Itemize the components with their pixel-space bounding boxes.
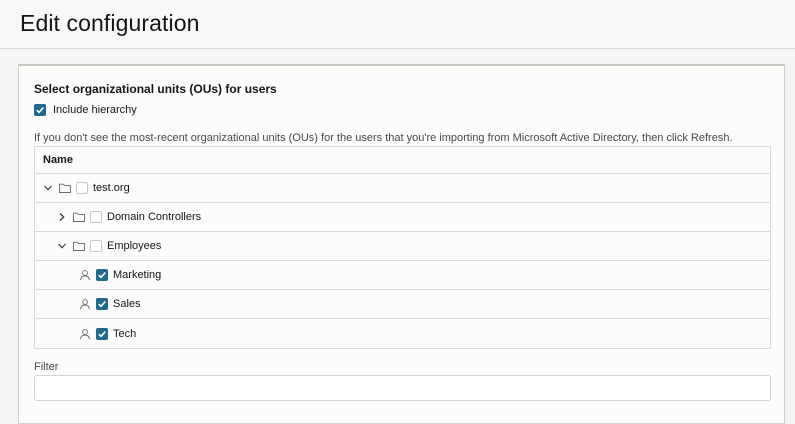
- refresh-info-text: If you don't see the most-recent organiz…: [34, 132, 733, 144]
- folder-icon: [59, 183, 71, 193]
- tree-row-employees[interactable]: Employees: [35, 232, 770, 261]
- check-icon: [98, 272, 106, 279]
- page-header: Edit configuration: [0, 0, 795, 49]
- row-checkbox[interactable]: [76, 182, 88, 194]
- row-checkbox[interactable]: [90, 240, 102, 252]
- tree-row-test-org[interactable]: test.org: [35, 174, 770, 203]
- folder-icon: [73, 241, 85, 251]
- filter-input[interactable]: [34, 375, 771, 401]
- tree-row-label: Employees: [107, 240, 162, 252]
- chevron-down-icon[interactable]: [43, 183, 53, 193]
- ou-tree-table: Name test.org Domain Controllers Employe…: [34, 146, 771, 349]
- check-icon: [98, 330, 106, 337]
- include-hierarchy-row[interactable]: Include hierarchy: [34, 103, 137, 117]
- tree-row-marketing[interactable]: Marketing: [35, 261, 770, 290]
- tree-row-domain-controllers[interactable]: Domain Controllers: [35, 203, 770, 232]
- row-checkbox[interactable]: [90, 211, 102, 223]
- row-checkbox[interactable]: [96, 298, 108, 310]
- column-header-name: Name: [35, 147, 770, 174]
- tree-row-tech[interactable]: Tech: [35, 319, 770, 348]
- include-hierarchy-checkbox[interactable]: [34, 104, 46, 116]
- user-icon: [79, 269, 91, 281]
- section-title: Select organizational units (OUs) for us…: [34, 82, 277, 96]
- folder-icon: [73, 212, 85, 222]
- row-checkbox[interactable]: [96, 269, 108, 281]
- chevron-down-icon[interactable]: [57, 241, 67, 251]
- check-icon: [98, 301, 106, 308]
- check-icon: [36, 107, 44, 114]
- page-title: Edit configuration: [20, 10, 200, 36]
- user-icon: [79, 328, 91, 340]
- tree-row-label: Marketing: [113, 269, 162, 281]
- configuration-card: Select organizational units (OUs) for us…: [18, 64, 785, 424]
- tree-row-label: Tech: [113, 327, 137, 340]
- tree-row-label: Sales: [113, 298, 141, 310]
- chevron-right-icon[interactable]: [57, 212, 67, 222]
- row-checkbox[interactable]: [96, 327, 108, 340]
- filter-label: Filter: [34, 361, 59, 373]
- include-hierarchy-label: Include hierarchy: [53, 104, 137, 116]
- tree-row-sales[interactable]: Sales: [35, 290, 770, 319]
- tree-row-label: test.org: [93, 182, 130, 194]
- tree-row-label: Domain Controllers: [107, 211, 202, 223]
- user-icon: [79, 298, 91, 310]
